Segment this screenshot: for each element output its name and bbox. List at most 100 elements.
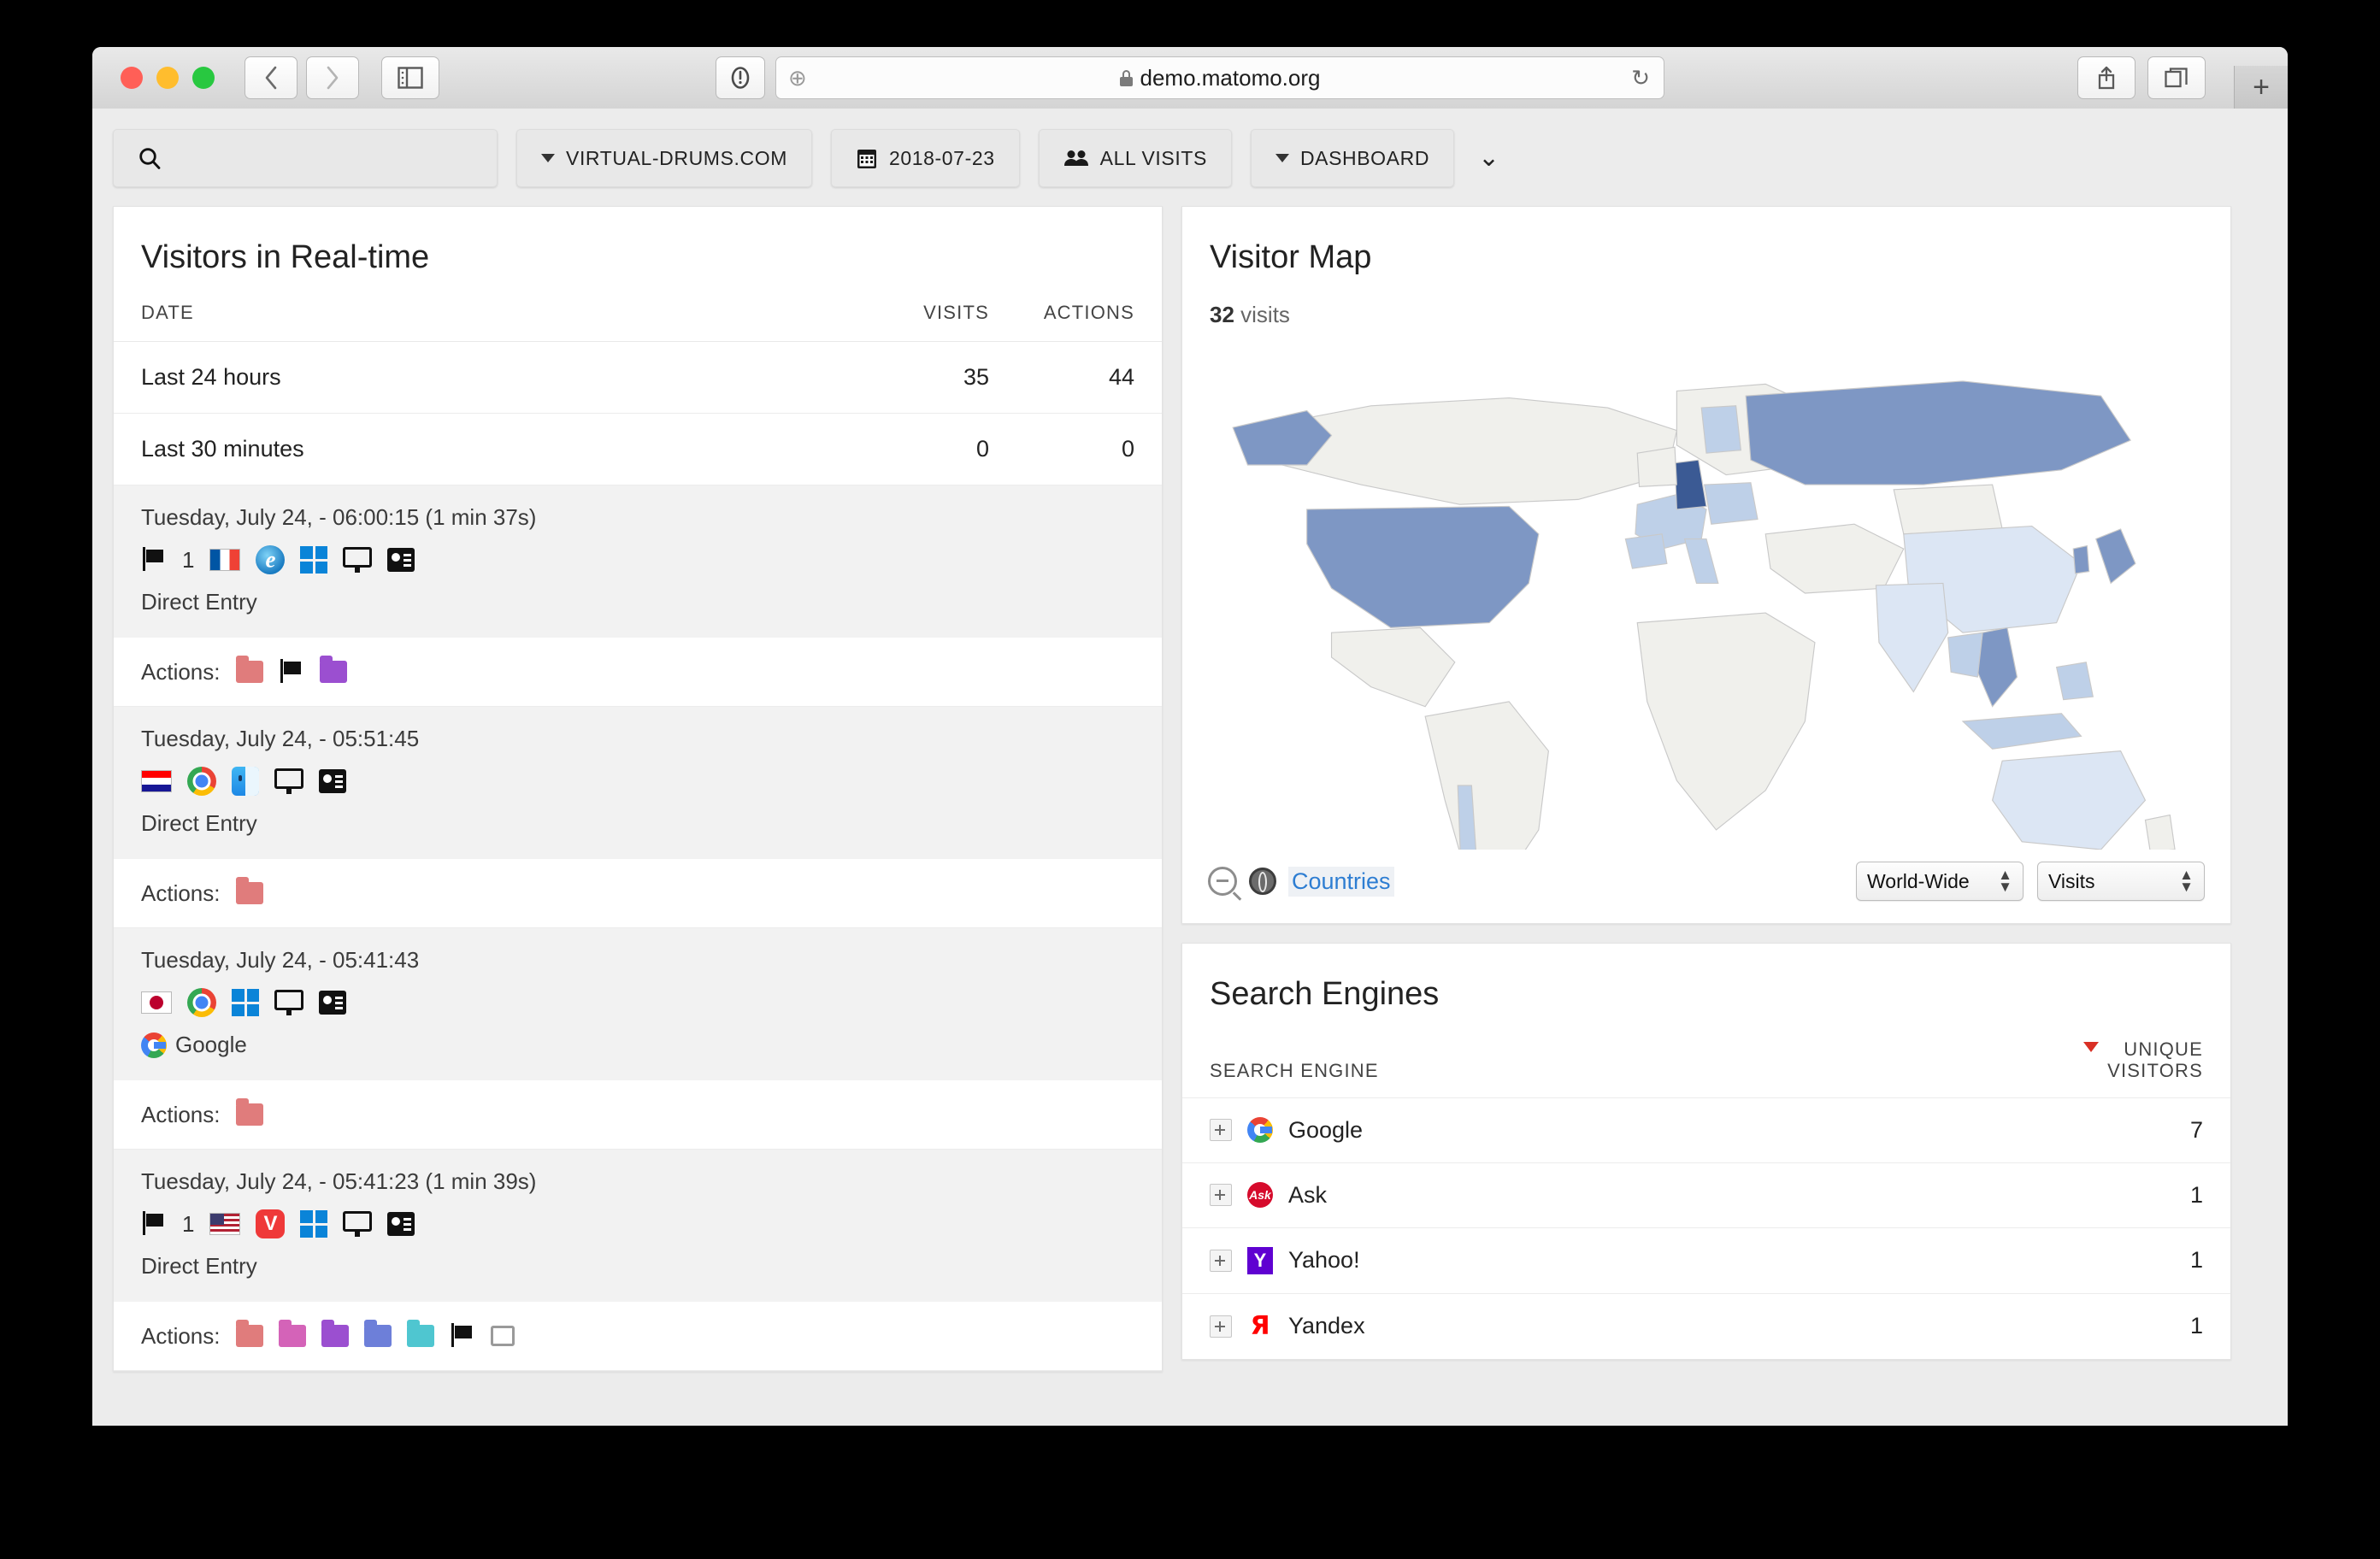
region-canada xyxy=(1266,397,1678,505)
address-bar-group[interactable]: ⊕ demo.matomo.org ↻ xyxy=(716,56,1664,99)
list-item[interactable]: Tuesday, July 24, - 05:41:43 Google xyxy=(114,928,1162,1080)
sidebar-toggle-button[interactable] xyxy=(381,56,439,99)
visit-referrer-label: Google xyxy=(175,1032,247,1057)
visit-time: Tuesday, July 24, - 05:41:43 xyxy=(141,947,420,973)
list-item[interactable]: Tuesday, July 24, - 05:51:45 Direct Entr… xyxy=(114,707,1162,859)
region-indonesia xyxy=(1961,713,2082,750)
list-item[interactable]: Tuesday, July 24, - 06:00:15 (1 min 37s)… xyxy=(114,485,1162,638)
page-action-icon[interactable] xyxy=(278,1320,306,1347)
flag-icon[interactable] xyxy=(450,1323,475,1349)
browser-tools[interactable] xyxy=(2077,56,2206,99)
table-row[interactable]: Я Yandex 1 xyxy=(1182,1294,2230,1359)
visit-page-count: 1 xyxy=(182,1210,195,1237)
search-engine-value: 1 xyxy=(2189,1181,2203,1208)
os-windows-icon xyxy=(232,989,259,1016)
visitor-profile-icon[interactable] xyxy=(319,769,346,793)
column-header-unique-visitors[interactable]: UNIQUE VISITORS xyxy=(2006,1038,2203,1082)
visit-referrer: Direct Entry xyxy=(141,589,1134,615)
os-mac-icon xyxy=(232,767,259,796)
table-row[interactable]: Last 24 hours 35 44 xyxy=(114,342,1162,414)
visitor-profile-icon[interactable] xyxy=(387,548,415,572)
window-controls[interactable] xyxy=(121,67,215,89)
privacy-report-button[interactable] xyxy=(716,56,765,99)
reload-icon[interactable]: ↻ xyxy=(1631,65,1650,91)
page-action-icon[interactable] xyxy=(235,1320,263,1347)
new-tab-button[interactable]: + xyxy=(2234,66,2288,109)
world-map[interactable] xyxy=(1182,337,2230,850)
segment-selector[interactable]: ALL VISITS xyxy=(1038,129,1232,187)
back-button[interactable] xyxy=(244,56,298,99)
os-windows-icon xyxy=(300,546,328,574)
expand-row-icon[interactable] xyxy=(1210,1184,1232,1207)
table-row[interactable]: Google 7 xyxy=(1182,1098,2230,1163)
share-button[interactable] xyxy=(2077,56,2136,99)
dashboard-selector[interactable]: DASHBOARD xyxy=(1250,129,1455,187)
expand-row-icon[interactable] xyxy=(1210,1315,1232,1338)
expand-row-icon[interactable] xyxy=(1210,1249,1232,1272)
page-action-icon[interactable] xyxy=(321,1320,349,1347)
page-action-icon[interactable] xyxy=(363,1320,392,1347)
country-flag-usa-icon xyxy=(209,1213,241,1235)
navigation-buttons[interactable] xyxy=(244,56,359,99)
forward-button[interactable] xyxy=(306,56,359,99)
country-flag-france-icon xyxy=(209,549,241,571)
close-window-button[interactable] xyxy=(121,67,143,89)
chevron-down-icon xyxy=(1275,154,1289,162)
chevron-updown-icon: ▲ ▼ xyxy=(1998,867,2012,895)
table-row[interactable]: Last 30 minutes 0 0 xyxy=(114,414,1162,485)
browser-chrome-icon xyxy=(187,767,216,796)
page-action-icon[interactable] xyxy=(406,1320,434,1347)
widget-title: Search Engines xyxy=(1210,976,1440,1012)
external-link-icon[interactable] xyxy=(490,1326,515,1346)
map-select-group[interactable]: World-Wide ▲ ▼ Visits ▲ ▼ xyxy=(1856,862,2205,901)
region-australia xyxy=(1991,750,2147,850)
metric-select-value: Visits xyxy=(2048,869,2095,892)
visitor-profile-icon[interactable] xyxy=(319,991,346,1015)
device-desktop-icon xyxy=(343,1211,373,1237)
tab-overview-button[interactable] xyxy=(2147,56,2206,99)
visit-referrer-label: Direct Entry xyxy=(141,1253,257,1279)
page-action-icon[interactable] xyxy=(235,1098,263,1126)
chevron-double-down-icon[interactable]: ⌄ xyxy=(1478,145,1499,171)
google-icon xyxy=(141,1032,167,1058)
visitor-map-widget: Visitor Map 32 visits Countries World-Wi… xyxy=(1181,206,2231,924)
region-kazakhstan xyxy=(1893,484,2003,535)
expand-row-icon[interactable] xyxy=(1210,1119,1232,1142)
address-bar[interactable]: ⊕ demo.matomo.org ↻ xyxy=(775,56,1664,99)
visit-actions-row: Actions: xyxy=(114,859,1162,928)
visit-actions-row: Actions: xyxy=(114,1080,1162,1150)
search-icon xyxy=(139,148,161,169)
table-row[interactable]: Y Yahoo! 1 xyxy=(1182,1228,2230,1294)
google-icon xyxy=(1247,1117,1273,1144)
metric-select[interactable]: Visits ▲ ▼ xyxy=(2037,862,2205,901)
site-selector[interactable]: VIRTUAL-DRUMS.COM xyxy=(516,129,812,187)
dashboard-columns: Visitors in Real-time DATE VISITS ACTION… xyxy=(92,187,2288,1372)
yandex-icon: Я xyxy=(1250,1311,1270,1342)
page-action-icon[interactable] xyxy=(235,877,263,904)
region-japan xyxy=(2095,528,2136,585)
search-input[interactable] xyxy=(113,129,498,187)
region-spain xyxy=(1624,533,1668,569)
chevron-down-icon xyxy=(541,154,555,162)
date-selector[interactable]: 2018-07-23 xyxy=(830,129,1020,187)
visitor-profile-icon[interactable] xyxy=(387,1212,415,1236)
row-visits: 0 xyxy=(975,436,989,462)
page-action-icon[interactable] xyxy=(235,656,263,683)
globe-icon[interactable] xyxy=(1249,868,1276,895)
zoom-out-icon[interactable] xyxy=(1208,867,1237,896)
sort-desc-icon xyxy=(2083,1042,2100,1052)
page-action-icon[interactable] xyxy=(319,656,347,683)
countries-link[interactable]: Countries xyxy=(1288,866,1394,897)
table-row[interactable]: Ask Ask 1 xyxy=(1182,1163,2230,1228)
minimize-window-button[interactable] xyxy=(156,67,179,89)
flag-icon[interactable] xyxy=(279,659,304,685)
region-select[interactable]: World-Wide ▲ ▼ xyxy=(1856,862,2024,901)
safari-window: ⊕ demo.matomo.org ↻ + VIRTUAL-DRUMS.COM … xyxy=(92,47,2288,1426)
row-label: Last 24 hours xyxy=(141,364,281,390)
list-item[interactable]: Tuesday, July 24, - 05:41:23 (1 min 39s)… xyxy=(114,1150,1162,1302)
maximize-window-button[interactable] xyxy=(192,67,215,89)
visitors-realtime-widget: Visitors in Real-time DATE VISITS ACTION… xyxy=(113,206,1163,1372)
search-engine-value: 1 xyxy=(2189,1247,2203,1274)
map-visit-count: 32 visits xyxy=(1182,302,2230,337)
device-desktop-icon xyxy=(343,547,373,573)
